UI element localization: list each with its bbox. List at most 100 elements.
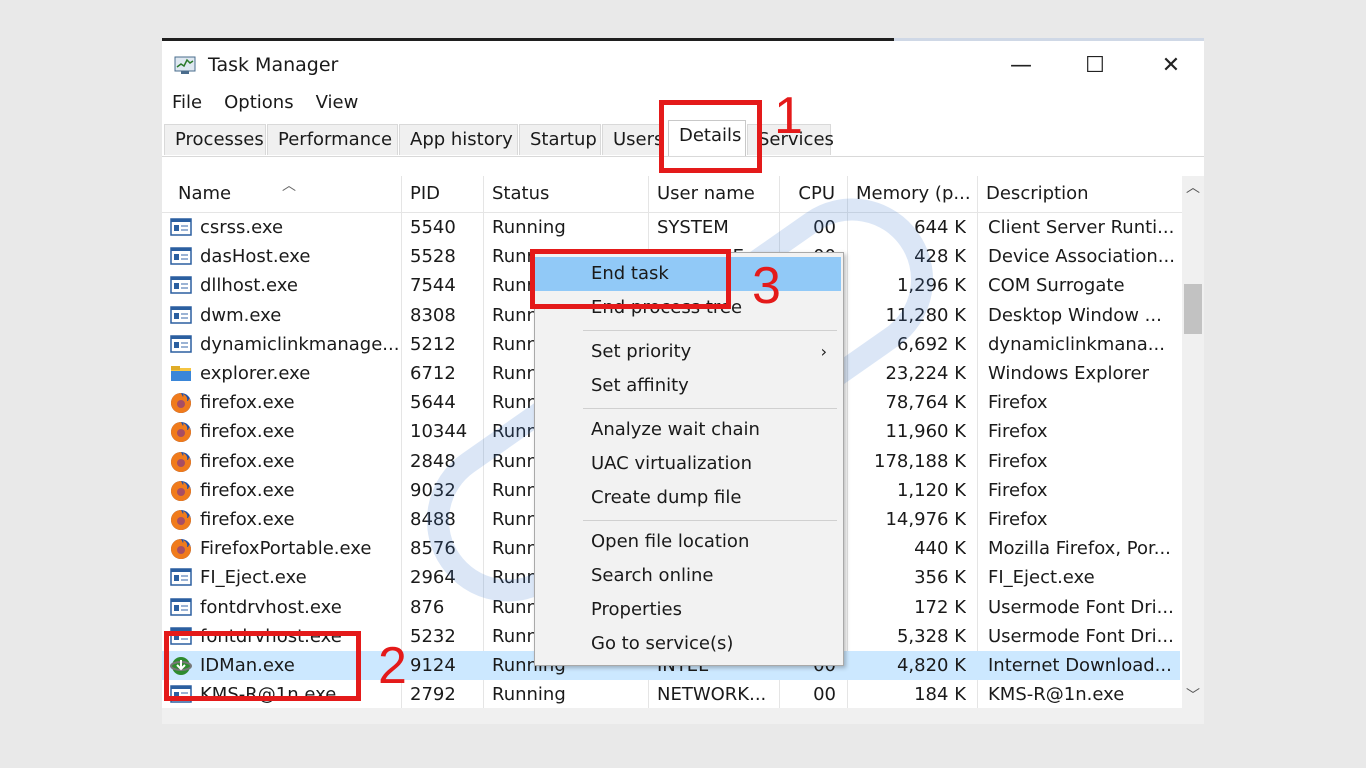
cell-desc: Firefox (988, 421, 1048, 443)
cell-pid: 8308 (410, 304, 456, 326)
maximize-button[interactable]: ☐ (1072, 47, 1118, 83)
cell-pid: 5540 (410, 217, 456, 238)
cell-name: fontdrvhost.exe (200, 596, 342, 618)
menu-item-label: UAC virtualization (591, 453, 752, 474)
cell-pid: 5232 (410, 625, 456, 647)
cell-desc: COM Surrogate (988, 275, 1125, 297)
table-row[interactable]: csrss.exe 5540 Running SYSTEM 00 644 K Client … (162, 213, 1180, 242)
submenu-arrow-icon: › (820, 342, 827, 361)
annotation-number-2: 2 (378, 637, 407, 695)
menu-item-analyze-wait-chain[interactable]: Analyze wait chain (535, 413, 841, 447)
cell-desc: dynamiclinkmana... (988, 333, 1165, 355)
menu-separator (583, 330, 837, 331)
menu-item-label: Go to service(s) (591, 633, 734, 654)
cell-mem: 4,820 K (896, 655, 966, 676)
cell-pid: 5212 (410, 333, 456, 355)
window-title: Task Manager (208, 54, 339, 76)
menu-file[interactable]: File (162, 90, 213, 118)
cell-mem: 1,120 K (896, 479, 966, 501)
cell-name: firefox.exe (200, 421, 295, 443)
scroll-down-icon[interactable]: ﹀ (1182, 684, 1204, 708)
cell-status: Running (492, 217, 566, 238)
menu-item-label: Properties (591, 599, 682, 620)
menu-options[interactable]: Options (213, 90, 304, 118)
cell-name: FirefoxPortable.exe (200, 538, 372, 560)
column-header-name-label: Name (178, 183, 232, 204)
menu-item-open-file-location[interactable]: Open file location (535, 525, 841, 559)
cell-name: firefox.exe (200, 392, 295, 414)
window-app-icon (170, 334, 192, 354)
menu-item-properties[interactable]: Properties (535, 593, 841, 627)
minimize-button[interactable]: — (998, 47, 1044, 83)
cell-desc: Firefox (988, 392, 1048, 414)
cell-name: csrss.exe (200, 217, 284, 238)
menu-item-label: Set priority (591, 341, 692, 362)
firefox-icon (170, 421, 192, 443)
cell-desc: Firefox (988, 509, 1048, 530)
cell-name: FI_Eject.exe (200, 567, 307, 589)
cell-mem: 178,188 K (874, 450, 966, 472)
menu-separator (583, 408, 837, 409)
window-app-icon (170, 246, 192, 266)
cell-status: Running (492, 684, 566, 706)
cell-mem: 440 K (914, 538, 966, 560)
menu-item-set-priority[interactable]: Set priority › (535, 335, 841, 369)
annotation-number-3: 3 (752, 257, 781, 315)
cell-desc: Client Server Runti... (988, 217, 1175, 238)
tab-app-history[interactable]: App history (399, 124, 518, 155)
scroll-up-icon[interactable]: ︿ (1182, 176, 1204, 200)
cell-desc: Mozilla Firefox, Por... (988, 538, 1171, 560)
cell-desc: Firefox (988, 479, 1048, 501)
firefox-icon (170, 480, 192, 501)
maximize-icon: ☐ (1085, 52, 1105, 78)
menu-view[interactable]: View (305, 90, 370, 118)
cell-desc: Device Association... (988, 246, 1175, 268)
menu-item-search-online[interactable]: Search online (535, 559, 841, 593)
menu-item-label: Create dump file (591, 487, 742, 508)
tab-users[interactable]: Users (602, 124, 660, 155)
cell-cpu: 00 (813, 684, 836, 706)
cell-mem: 356 K (914, 567, 966, 589)
cell-pid: 5528 (410, 246, 456, 268)
column-header-pid[interactable]: PID (402, 176, 484, 212)
tab-startup[interactable]: Startup (519, 124, 601, 155)
task-manager-app-icon (174, 56, 196, 74)
window-app-icon (170, 305, 192, 325)
column-header-name[interactable]: Name ︿ (170, 176, 402, 212)
cell-desc: Desktop Window ... (988, 304, 1162, 326)
cell-pid: 2792 (410, 684, 456, 706)
column-header-description[interactable]: Description (978, 176, 1182, 212)
title-bar: Task Manager — ☐ ✕ (162, 41, 1204, 89)
cell-mem: 184 K (914, 684, 966, 706)
cell-name: dwm.exe (200, 304, 282, 326)
scroll-thumb[interactable] (1184, 284, 1202, 334)
cell-pid: 7544 (410, 275, 456, 297)
window-app-icon (170, 567, 192, 587)
table-header: Name ︿ PID Status User name CPU Memory (… (162, 176, 1182, 213)
cell-mem: 5,328 K (896, 625, 966, 647)
menu-item-go-to-service-s[interactable]: Go to service(s) (535, 627, 841, 661)
cell-name: firefox.exe (200, 479, 295, 501)
menu-separator (583, 520, 837, 521)
cell-name: firefox.exe (200, 509, 295, 530)
cell-desc: Windows Explorer (988, 363, 1150, 384)
menu-item-label: Set affinity (591, 375, 689, 396)
menu-item-label: Search online (591, 565, 714, 586)
menu-item-create-dump-file[interactable]: Create dump file (535, 481, 841, 515)
menu-item-label: Open file location (591, 531, 750, 552)
menu-item-uac-virtualization[interactable]: UAC virtualization (535, 447, 841, 481)
cell-user: NETWORK... (657, 684, 767, 706)
folder-icon (170, 363, 192, 383)
cell-name: dynamiclinkmanage... (200, 333, 398, 355)
tab-processes[interactable]: Processes (164, 124, 266, 155)
status-strip (162, 708, 1204, 724)
firefox-icon (170, 509, 192, 530)
cell-name: dllhost.exe (200, 275, 298, 297)
sort-ascending-icon: ︿ (282, 178, 296, 194)
vertical-scrollbar[interactable]: ︿ ﹀ (1182, 176, 1204, 708)
window-app-icon (170, 275, 192, 295)
column-header-status[interactable]: Status (484, 176, 649, 212)
close-button[interactable]: ✕ (1148, 47, 1194, 83)
tab-performance[interactable]: Performance (267, 124, 398, 155)
menu-item-set-affinity[interactable]: Set affinity (535, 369, 841, 403)
